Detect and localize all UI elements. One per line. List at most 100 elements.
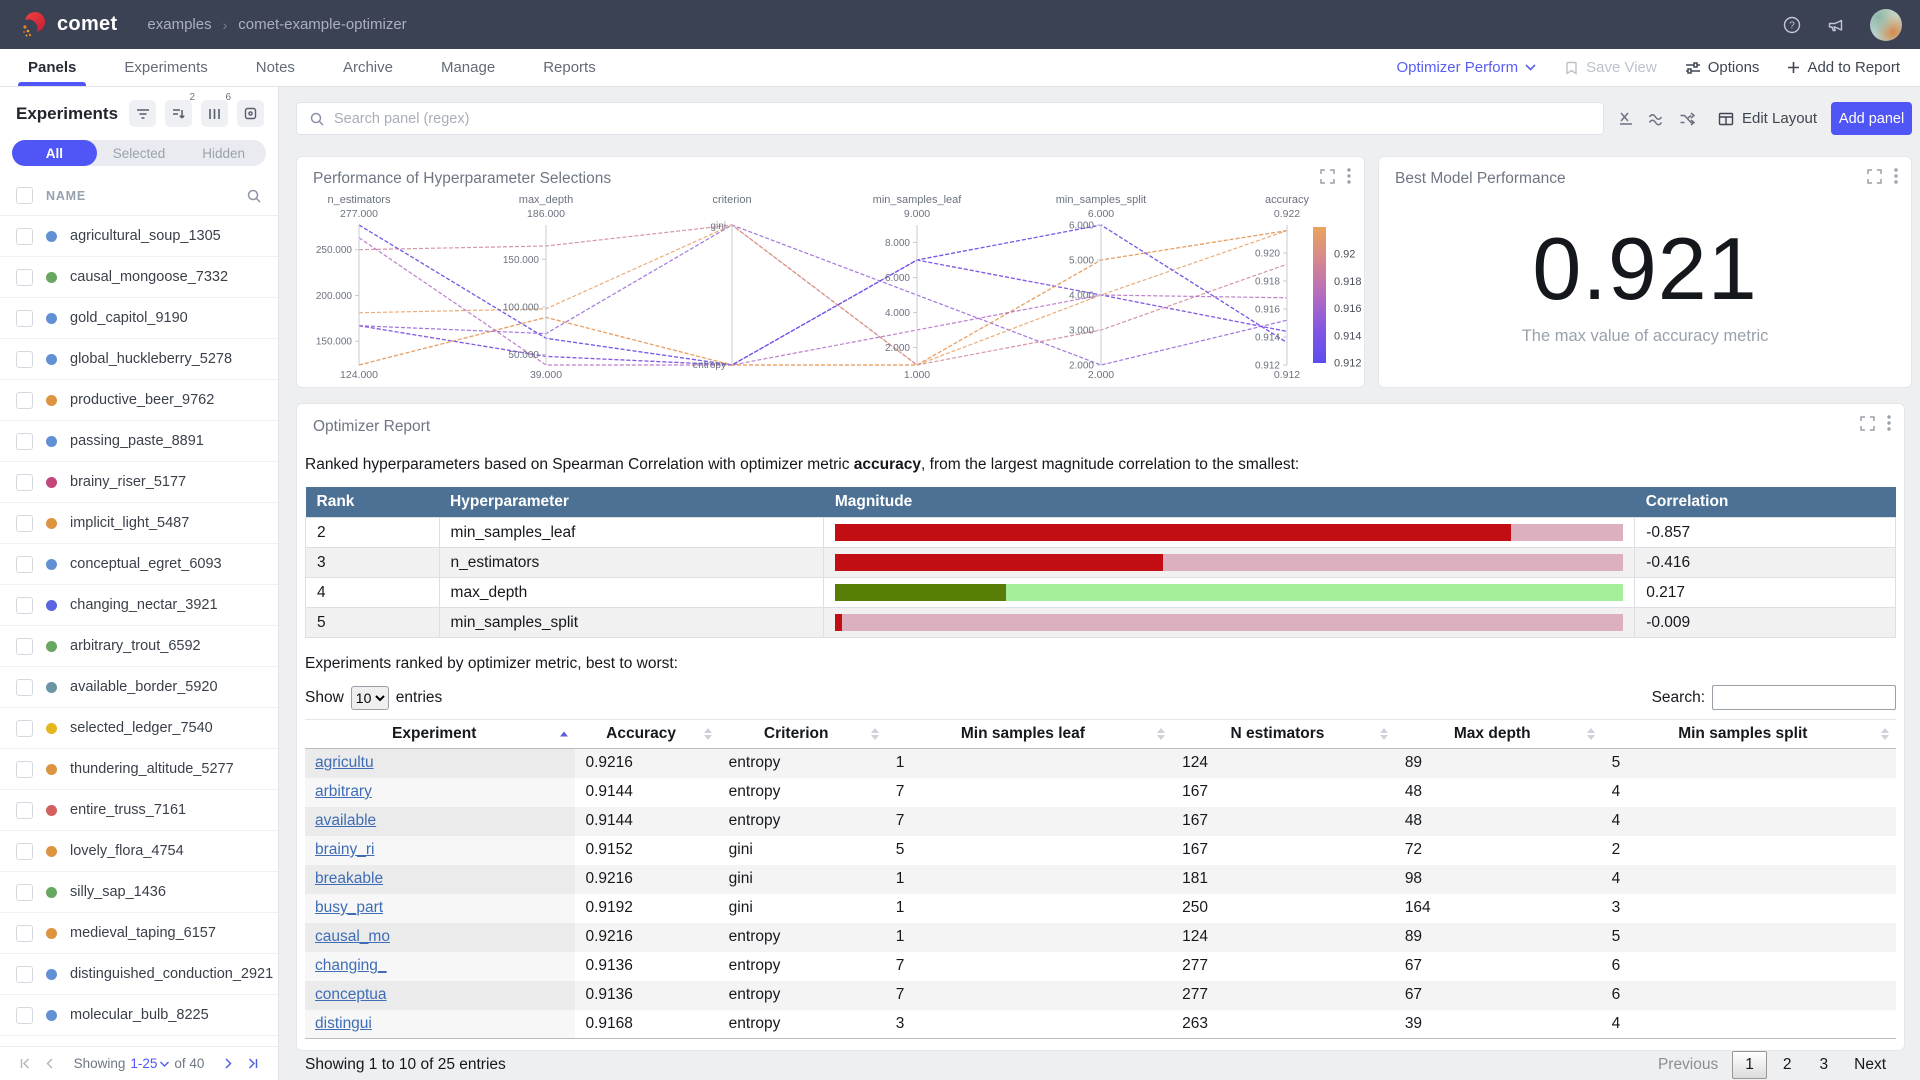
experiment-row[interactable]: gold_capitol_9190 [0,298,278,339]
last-page-icon[interactable] [240,1058,266,1069]
experiment-checkbox[interactable] [16,679,33,696]
group-icon[interactable] [237,100,264,127]
edit-layout-button[interactable]: Edit Layout [1718,110,1817,127]
column-header-min-samples-leaf[interactable]: Min samples leaf [886,720,1172,749]
expand-icon[interactable] [1867,169,1882,184]
experiment-row[interactable]: available_border_5920 [0,667,278,708]
experiment-checkbox[interactable] [16,474,33,491]
tab-archive[interactable]: Archive [319,49,417,86]
kebab-menu-icon[interactable] [1347,168,1351,184]
experiment-link[interactable]: conceptua [315,986,387,1003]
options-button[interactable]: Options [1685,59,1760,76]
experiment-row[interactable]: thundering_altitude_5277 [0,749,278,790]
experiment-link[interactable]: arbitrary [315,783,372,800]
search-experiments-icon[interactable] [246,188,262,204]
experiment-row[interactable]: changing_nectar_3921 [0,585,278,626]
experiment-checkbox[interactable] [16,884,33,901]
experiment-link[interactable]: distingui [315,1015,372,1032]
experiment-checkbox[interactable] [16,966,33,983]
experiment-link[interactable]: changing_ [315,957,387,974]
comet-logo[interactable]: comet [18,10,117,40]
experiment-checkbox[interactable] [16,802,33,819]
experiment-row[interactable]: causal_mongoose_7332 [0,257,278,298]
experiment-row[interactable]: arbitrary_trout_6592 [0,626,278,667]
x-axis-icon[interactable] [1618,111,1634,126]
experiment-row[interactable]: entire_truss_7161 [0,790,278,831]
experiment-checkbox[interactable] [16,843,33,860]
experiment-checkbox[interactable] [16,392,33,409]
experiment-checkbox[interactable] [16,1007,33,1024]
search-panel-input[interactable] [334,111,1591,127]
experiment-row[interactable]: conceptual_egret_6093 [0,544,278,585]
select-all-checkbox[interactable] [16,187,33,204]
table-search-input[interactable] [1712,685,1896,710]
pagination-next[interactable]: Next [1844,1051,1896,1079]
breadcrumb-project[interactable]: examples [147,16,211,33]
experiment-row[interactable]: lovely_flora_4754 [0,831,278,872]
add-panel-button[interactable]: Add panel [1831,102,1912,135]
tab-reports[interactable]: Reports [519,49,620,86]
experiment-link[interactable]: brainy_ri [315,841,374,858]
experiment-checkbox[interactable] [16,269,33,286]
column-header-accuracy[interactable]: Accuracy [575,720,718,749]
experiment-row[interactable]: medieval_taping_6157 [0,913,278,954]
experiment-link[interactable]: causal_mo [315,928,390,945]
first-page-icon[interactable] [12,1058,38,1069]
columns-icon[interactable]: 6 [201,100,228,127]
panel-search[interactable] [296,102,1604,135]
experiment-row[interactable]: distinguished_conduction_2921 [0,954,278,995]
tab-panels[interactable]: Panels [4,49,100,86]
column-header-criterion[interactable]: Criterion [719,720,886,749]
experiment-checkbox[interactable] [16,310,33,327]
filter-tab-hidden[interactable]: Hidden [181,140,266,166]
avatar[interactable] [1870,9,1902,41]
tab-notes[interactable]: Notes [232,49,319,86]
parallel-coordinates-chart[interactable]: n_estimators277.000124.000250.000200.000… [297,157,1364,387]
tab-manage[interactable]: Manage [417,49,519,86]
filter-tab-selected[interactable]: Selected [97,140,182,166]
experiment-checkbox[interactable] [16,433,33,450]
expand-icon[interactable] [1320,169,1335,184]
experiment-row[interactable]: agricultural_soup_1305 [0,216,278,257]
filter-tab-all[interactable]: All [12,140,97,166]
experiment-row[interactable]: selected_ledger_7540 [0,708,278,749]
help-icon[interactable]: ? [1782,15,1802,35]
experiment-link[interactable]: agricultu [315,754,374,771]
experiment-checkbox[interactable] [16,228,33,245]
entries-select[interactable]: 10 [351,686,389,710]
experiment-row[interactable]: silly_sap_1436 [0,872,278,913]
experiment-link[interactable]: available [315,812,376,829]
expand-icon[interactable] [1860,416,1875,431]
experiment-link[interactable]: breakable [315,870,383,887]
outliers-icon[interactable] [1679,112,1696,126]
pagination-page-1[interactable]: 1 [1732,1051,1767,1079]
kebab-menu-icon[interactable] [1887,415,1891,431]
experiment-row[interactable]: productive_beer_9762 [0,380,278,421]
experiment-checkbox[interactable] [16,515,33,532]
experiment-row[interactable]: passing_paste_8891 [0,421,278,462]
experiment-checkbox[interactable] [16,925,33,942]
experiment-row[interactable]: global_huckleberry_5278 [0,339,278,380]
pagination-page-3[interactable]: 3 [1808,1052,1841,1078]
column-header-n-estimators[interactable]: N estimators [1172,720,1395,749]
next-page-icon[interactable] [217,1058,240,1069]
prev-page-icon[interactable] [38,1058,61,1069]
save-view-button[interactable]: Save View [1564,59,1657,76]
column-header-min-samples-split[interactable]: Min samples split [1602,720,1896,749]
view-selector[interactable]: Optimizer Perform [1396,59,1536,76]
experiment-checkbox[interactable] [16,720,33,737]
add-to-report-button[interactable]: Add to Report [1787,59,1900,76]
kebab-menu-icon[interactable] [1894,168,1898,184]
experiment-checkbox[interactable] [16,638,33,655]
experiment-checkbox[interactable] [16,351,33,368]
pagination-page-2[interactable]: 2 [1771,1052,1804,1078]
sort-icon[interactable]: 2 [165,100,192,127]
experiment-row[interactable]: brainy_riser_5177 [0,462,278,503]
pagination-previous[interactable]: Previous [1648,1051,1728,1079]
page-range-dropdown[interactable]: 1-25 [130,1056,169,1071]
announcements-icon[interactable] [1826,15,1846,35]
filter-icon[interactable] [129,100,156,127]
experiment-checkbox[interactable] [16,556,33,573]
experiment-row[interactable]: molecular_bulb_8225 [0,995,278,1036]
experiment-checkbox[interactable] [16,597,33,614]
